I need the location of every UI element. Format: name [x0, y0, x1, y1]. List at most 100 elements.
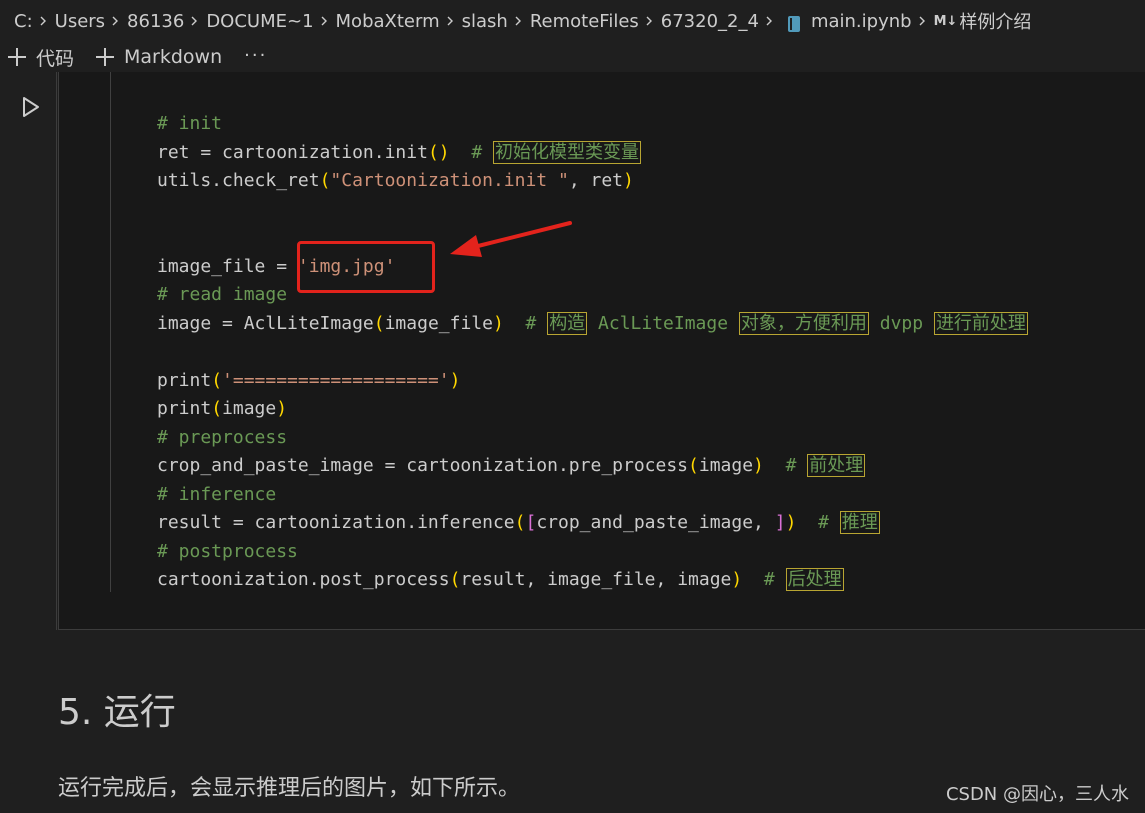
- plus-icon: [96, 48, 115, 66]
- code-line: ret = cartoonization.init() # 初始化模型类变量: [157, 139, 1028, 168]
- breadcrumb-item-documents[interactable]: DOCUME~1: [206, 11, 313, 32]
- code-token: utils.check_ret: [157, 170, 320, 191]
- code-editor[interactable]: # init ret = cartoonization.init() # 初始化模…: [157, 110, 1028, 595]
- chevron-right-icon: [644, 16, 654, 26]
- notebook-icon: [787, 15, 801, 33]
- notebook-toolbar: 代码 Markdown ···: [0, 42, 1145, 72]
- code-token: cartoonization.post_process: [157, 569, 450, 590]
- code-token-comment: #: [763, 569, 786, 590]
- code-line: image = AclLiteImage(image_file) # 构造 Ac…: [157, 310, 1028, 339]
- code-line: # preprocess: [157, 424, 1028, 453]
- code-token-comment: #: [818, 512, 840, 533]
- code-token: crop_and_paste_image = cartoonization.pr…: [157, 455, 689, 476]
- code-token-paren: (: [211, 369, 223, 391]
- chevron-right-icon: [764, 16, 774, 26]
- code-token-paren: (): [427, 141, 450, 163]
- code-line: # postprocess: [157, 538, 1028, 567]
- code-token-paren: ): [731, 569, 743, 590]
- play-icon: [23, 97, 39, 117]
- run-cell-button[interactable]: [21, 96, 41, 118]
- breadcrumb-item-notebook[interactable]: main.ipynb: [811, 11, 912, 32]
- add-code-cell-button[interactable]: 代码: [8, 44, 74, 71]
- chinese-comment-text: 进行前处理: [933, 311, 1028, 335]
- chevron-right-icon: [917, 16, 927, 26]
- chevron-right-icon: [445, 16, 455, 26]
- chinese-comment-text: 对象，方便利用: [738, 311, 869, 335]
- code-token-comment: # inference: [157, 483, 277, 505]
- breadcrumb-item-section[interactable]: 样例介绍: [959, 8, 1031, 34]
- code-token-paren: ): [449, 369, 461, 391]
- annotation-arrow-icon: [450, 221, 572, 257]
- code-token-comment: #: [525, 312, 548, 334]
- code-token-comment: # init: [157, 113, 223, 134]
- code-line: image_file = 'img.jpg': [157, 253, 1028, 282]
- add-code-cell-label: 代码: [36, 47, 75, 70]
- code-token-bracket: ]: [774, 512, 786, 533]
- code-token-comment: #: [785, 455, 808, 476]
- add-markdown-cell-button[interactable]: Markdown: [96, 46, 222, 68]
- code-token-paren: ): [623, 170, 634, 191]
- code-token-paren: ): [276, 398, 288, 419]
- watermark: CSDN @因心，三人水: [945, 784, 1129, 805]
- add-markdown-cell-label: Markdown: [124, 46, 223, 68]
- code-token: image = AclLiteImage: [157, 312, 374, 334]
- code-token-paren: ): [785, 512, 797, 533]
- code-token-paren: ): [492, 312, 504, 334]
- breadcrumb-item-users[interactable]: Users: [55, 11, 105, 32]
- chinese-comment-text: 构造: [547, 311, 588, 335]
- code-line: # read image: [157, 281, 1028, 310]
- code-token-paren: (: [449, 569, 461, 590]
- code-line: crop_and_paste_image = cartoonization.pr…: [157, 452, 1028, 481]
- code-token-paren: (: [373, 312, 385, 334]
- code-token-paren: (: [211, 398, 223, 419]
- code-token-paren: (: [688, 455, 699, 476]
- code-token: image_file: [384, 312, 493, 334]
- code-token: crop_and_paste_image,: [536, 512, 775, 533]
- code-line: # inference: [157, 481, 1028, 510]
- breadcrumb: C: Users 86136 DOCUME~1 MobaXterm slash …: [0, 0, 1145, 42]
- code-token-comment: dvpp: [868, 312, 934, 334]
- code-token: image_file =: [157, 255, 298, 277]
- markdown-icon: M↓: [933, 13, 958, 29]
- code-line: cartoonization.post_process(result, imag…: [157, 566, 1028, 595]
- chinese-comment-text: 初始化模型类变量: [493, 140, 641, 164]
- breadcrumb-item-remotefiles[interactable]: RemoteFiles: [530, 11, 639, 32]
- section-heading: 5. 运行: [58, 692, 176, 733]
- code-token-comment: # preprocess: [157, 426, 288, 448]
- cell-gutter: [0, 72, 57, 630]
- chinese-comment-text: 前处理: [807, 454, 866, 477]
- code-token-paren: ): [753, 455, 764, 476]
- code-token-comment: #: [471, 141, 493, 163]
- code-token-string: '===================': [222, 369, 450, 391]
- code-line: result = cartoonization.inference([crop_…: [157, 509, 1028, 538]
- breadcrumb-item-slash[interactable]: slash: [462, 11, 508, 32]
- code-token: ret = cartoonization.init: [157, 141, 428, 163]
- chinese-comment-text: 后处理: [785, 568, 844, 591]
- code-line: print('==================='): [157, 367, 1028, 396]
- chevron-right-icon: [110, 16, 120, 26]
- code-token: print: [157, 398, 212, 419]
- code-line: print(image): [157, 395, 1028, 424]
- code-line: # init: [157, 110, 1028, 139]
- code-token: image: [698, 455, 754, 476]
- plus-icon: [8, 48, 26, 66]
- code-token: result, image_file, image: [460, 569, 732, 590]
- breadcrumb-item-folder[interactable]: 67320_2_4: [661, 11, 759, 32]
- code-token-bracket: [: [525, 512, 537, 533]
- code-token-comment: AclLiteImage: [587, 312, 739, 334]
- more-actions-button[interactable]: ···: [244, 45, 267, 66]
- chevron-right-icon: [38, 16, 48, 26]
- code-token: , ret: [568, 170, 624, 191]
- code-token-comment: # postprocess: [157, 540, 298, 562]
- breadcrumb-item-mobaxterm[interactable]: MobaXterm: [336, 11, 440, 32]
- breadcrumb-item-user[interactable]: 86136: [127, 11, 184, 32]
- breadcrumb-item-drive[interactable]: C:: [14, 11, 33, 32]
- chevron-right-icon: [513, 16, 523, 26]
